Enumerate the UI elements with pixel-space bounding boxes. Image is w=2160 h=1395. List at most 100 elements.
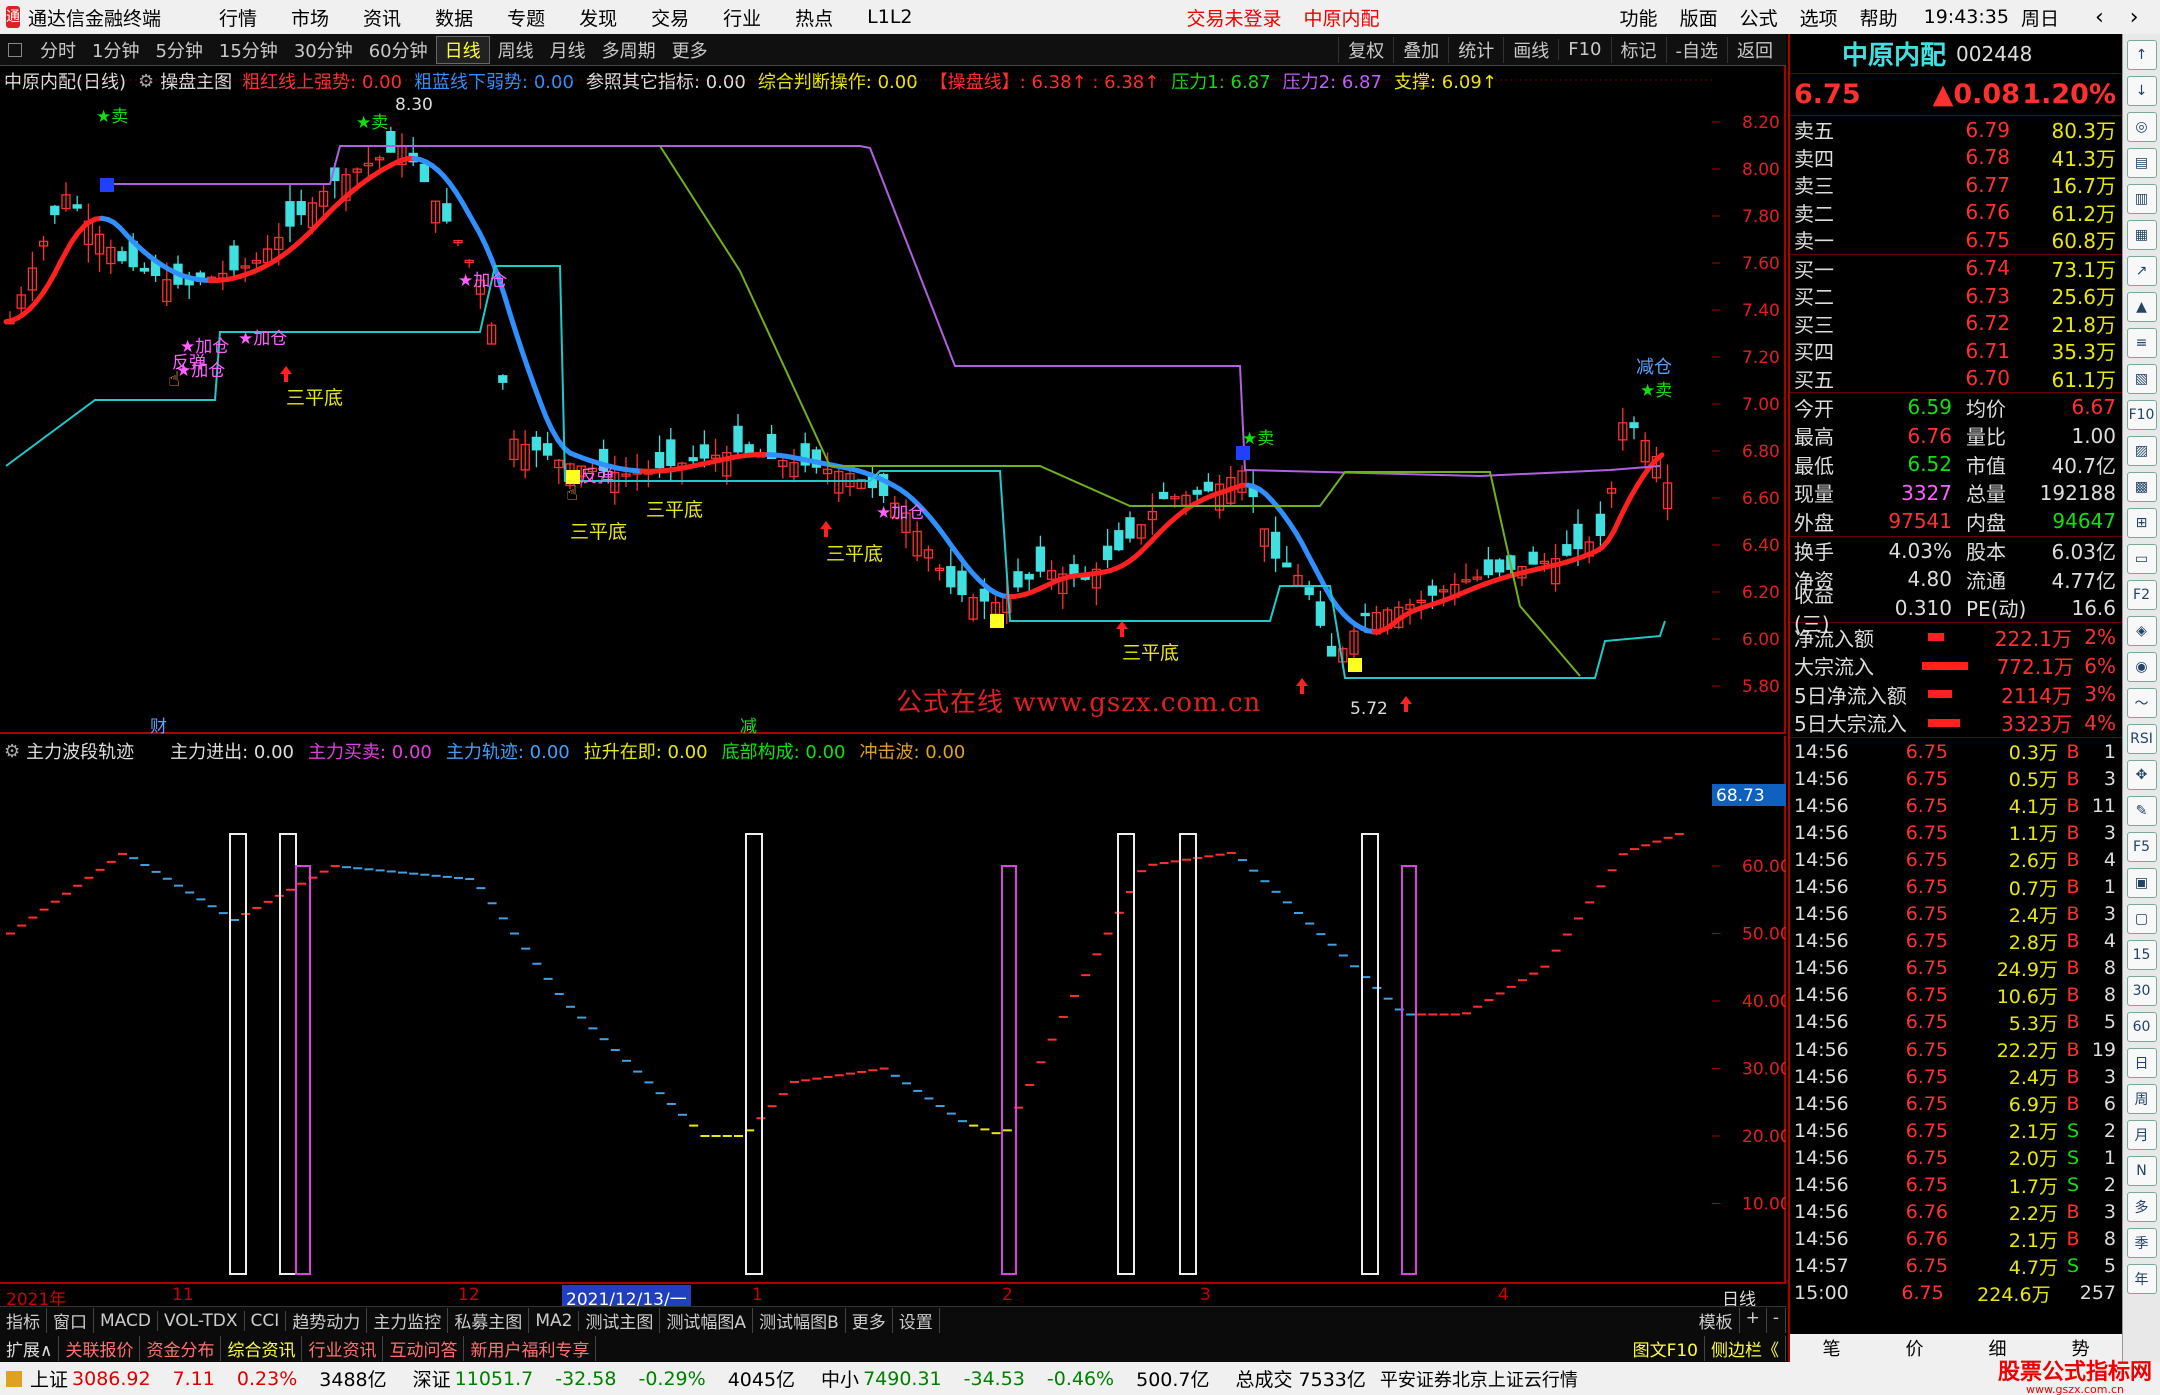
panel-toggle[interactable]: 侧边栏《 bbox=[1705, 1335, 1786, 1361]
toolbar-button[interactable]: 叠加 bbox=[1393, 36, 1448, 63]
quote-bottom-tab[interactable]: 价 bbox=[1873, 1335, 1956, 1361]
indicator-tab[interactable]: 主力监控 bbox=[367, 1308, 449, 1333]
sub-chart[interactable]: ⚙ 主力波段轨迹 主力进出: 0.00 主力买卖: 0.00 主力轨迹: 0.00 拉… bbox=[0, 736, 1786, 1282]
side-tool-icon[interactable]: 〜 bbox=[2126, 688, 2157, 718]
indicator-tab[interactable]: 指标 bbox=[0, 1308, 47, 1333]
info-tab[interactable]: 关联报价 bbox=[59, 1335, 141, 1361]
menu-item[interactable]: 公式 bbox=[1740, 4, 1778, 31]
period-tab[interactable]: 更多 bbox=[664, 37, 716, 63]
side-tool-icon[interactable]: ↗ bbox=[2126, 256, 2157, 286]
period-tab[interactable]: 1分钟 bbox=[84, 37, 147, 63]
toolbar-button[interactable]: 画线 bbox=[1503, 36, 1558, 63]
menu-item[interactable]: 功能 bbox=[1620, 4, 1658, 31]
quote-bottom-tab[interactable]: 势 bbox=[2039, 1335, 2122, 1361]
side-tool-icon[interactable]: ▲ bbox=[2126, 292, 2157, 322]
side-tool-icon[interactable]: F2 bbox=[2126, 580, 2157, 610]
quote-bottom-tab[interactable]: 笔 bbox=[1790, 1335, 1873, 1361]
indicator-tab[interactable]: 窗口 bbox=[47, 1308, 94, 1333]
period-tab[interactable]: 多周期 bbox=[594, 37, 664, 63]
indicator-tab[interactable]: 设置 bbox=[893, 1308, 940, 1333]
menu-item[interactable]: 热点 bbox=[795, 4, 833, 31]
side-tool-icon[interactable]: 30 bbox=[2126, 976, 2157, 1006]
indicator-tab[interactable]: MACD bbox=[94, 1310, 158, 1331]
period-tab[interactable]: 分时 bbox=[32, 37, 84, 63]
side-tool-icon[interactable]: ≡ bbox=[2126, 328, 2157, 358]
quote-bottom-tab[interactable]: 细 bbox=[1956, 1335, 2039, 1361]
info-tab[interactable]: 综合资讯 bbox=[221, 1335, 303, 1361]
side-tool-icon[interactable]: ▭ bbox=[2126, 544, 2157, 574]
login-status[interactable]: 交易未登录 bbox=[1187, 4, 1282, 31]
toolbar-button[interactable]: 统计 bbox=[1448, 36, 1503, 63]
ask-row[interactable]: 卖一 6.75 60.8万 bbox=[1790, 226, 2122, 254]
menu-item[interactable]: 专题 bbox=[507, 4, 545, 31]
indicator-tab[interactable]: 私募主图 bbox=[448, 1308, 530, 1333]
indicator-tab[interactable]: 测试幅图A bbox=[660, 1308, 754, 1333]
main-chart[interactable]: 中原内配(日线) ⚙ 操盘主图 粗红线上强势: 0.00 粗蓝线下弱势: 0.00… bbox=[0, 66, 1786, 734]
indicator-tab[interactable]: VOL-TDX bbox=[158, 1310, 245, 1331]
info-tab[interactable]: 扩展∧ bbox=[0, 1335, 60, 1361]
collapse-icon[interactable] bbox=[8, 42, 22, 57]
tick-list[interactable]: 14:56 6.75 0.3万 B 1 14:56 6.75 0.5万 B 3 14:56 6.75 4… bbox=[1790, 738, 2122, 1307]
ask-row[interactable]: 卖四 6.78 41.3万 bbox=[1790, 144, 2122, 172]
side-tool-icon[interactable]: ▧ bbox=[2126, 364, 2157, 394]
ask-row[interactable]: 卖二 6.76 61.2万 bbox=[1790, 199, 2122, 227]
side-tool-icon[interactable]: 多 bbox=[2126, 1192, 2157, 1222]
menu-item[interactable]: 版面 bbox=[1680, 4, 1718, 31]
menu-item[interactable]: 帮助 bbox=[1860, 4, 1898, 31]
side-tool-icon[interactable]: ▥ bbox=[2126, 184, 2157, 214]
index-name[interactable]: 上证 bbox=[30, 1365, 68, 1392]
menu-item[interactable]: 数据 bbox=[435, 4, 473, 31]
indicator-tab[interactable]: 测试主图 bbox=[579, 1308, 661, 1333]
toolbar-button[interactable]: 标记 bbox=[1610, 36, 1666, 63]
info-tab[interactable]: 行业资讯 bbox=[302, 1335, 384, 1361]
period-tab[interactable]: 5分钟 bbox=[147, 37, 210, 63]
side-tool-icon[interactable]: ▦ bbox=[2126, 220, 2157, 250]
index-name[interactable]: 中小 bbox=[821, 1365, 859, 1392]
menu-item[interactable]: 资讯 bbox=[363, 4, 401, 31]
side-tool-icon[interactable]: 60 bbox=[2126, 1012, 2157, 1042]
indicator-tab[interactable]: 趋势动力 bbox=[286, 1308, 368, 1333]
toolbar-button[interactable]: 复权 bbox=[1338, 36, 1393, 63]
tab-tool-button[interactable]: - bbox=[1767, 1308, 1786, 1333]
side-tool-icon[interactable]: ✎ bbox=[2126, 796, 2157, 826]
info-tab[interactable]: 互动问答 bbox=[383, 1335, 465, 1361]
toolbar-button[interactable]: 返回 bbox=[1727, 36, 1782, 63]
period-tab[interactable]: 周线 bbox=[490, 37, 542, 63]
indicator-tab[interactable]: 测试幅图B bbox=[753, 1308, 846, 1333]
menu-item[interactable]: 市场 bbox=[291, 4, 329, 31]
side-tool-icon[interactable]: ▢ bbox=[2126, 904, 2157, 934]
period-tab[interactable]: 30分钟 bbox=[286, 37, 361, 63]
ask-row[interactable]: 卖五 6.79 80.3万 bbox=[1790, 116, 2122, 144]
side-tool-icon[interactable]: ▣ bbox=[2126, 868, 2157, 898]
side-tool-icon[interactable]: 15 bbox=[2126, 940, 2157, 970]
bid-row[interactable]: 买五 6.70 61.1万 bbox=[1790, 365, 2122, 393]
tab-tool-button[interactable]: 模板 bbox=[1693, 1308, 1740, 1333]
index-name[interactable]: 深证 bbox=[413, 1365, 451, 1392]
side-tool-icon[interactable]: ▨ bbox=[2126, 436, 2157, 466]
side-tool-icon[interactable]: ◈ bbox=[2126, 616, 2157, 646]
side-tool-icon[interactable]: ▤ bbox=[2126, 148, 2157, 178]
side-tool-icon[interactable]: ↓ bbox=[2126, 76, 2157, 106]
side-tool-icon[interactable]: ⊞ bbox=[2126, 508, 2157, 538]
period-tab[interactable]: 15分钟 bbox=[211, 37, 286, 63]
back-arrow-icon[interactable]: ‹ bbox=[2095, 5, 2104, 30]
menu-item[interactable]: 行情 bbox=[219, 4, 257, 31]
forward-arrow-icon[interactable]: › bbox=[2130, 5, 2139, 30]
period-tab[interactable]: 日线 bbox=[435, 35, 490, 64]
info-tab[interactable]: 新用户福利专享 bbox=[464, 1335, 597, 1361]
period-tab[interactable]: 60分钟 bbox=[361, 37, 436, 63]
bid-row[interactable]: 买三 6.72 21.8万 bbox=[1790, 310, 2122, 338]
indicator-tab[interactable]: 更多 bbox=[846, 1308, 893, 1333]
side-tool-icon[interactable]: ▩ bbox=[2126, 472, 2157, 502]
bid-row[interactable]: 买四 6.71 35.3万 bbox=[1790, 337, 2122, 365]
side-tool-icon[interactable]: 年 bbox=[2126, 1264, 2157, 1294]
bid-row[interactable]: 买一 6.74 73.1万 bbox=[1790, 255, 2122, 283]
side-tool-icon[interactable]: 周 bbox=[2126, 1084, 2157, 1114]
side-tool-icon[interactable]: 季 bbox=[2126, 1228, 2157, 1258]
indicator-tab[interactable]: CCI bbox=[245, 1310, 287, 1331]
broker-server[interactable]: 平安证券北京上证云行情 bbox=[1380, 1366, 1578, 1392]
menu-item[interactable]: L1L2 bbox=[867, 6, 912, 28]
side-tool-icon[interactable]: ◉ bbox=[2126, 652, 2157, 682]
side-tool-icon[interactable]: RSI bbox=[2126, 724, 2157, 754]
menu-item[interactable]: 交易 bbox=[651, 4, 689, 31]
